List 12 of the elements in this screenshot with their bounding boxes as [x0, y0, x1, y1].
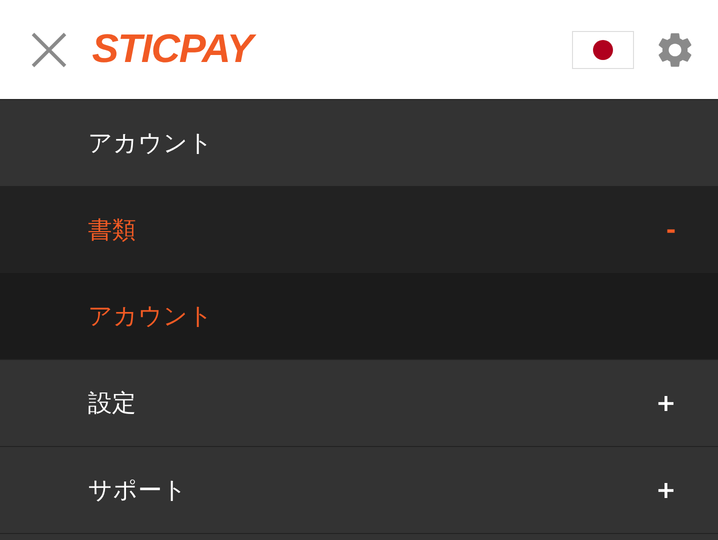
toggle-icon[interactable]: +: [656, 476, 676, 504]
toggle-icon[interactable]: -: [666, 216, 676, 244]
menu-label: アカウント: [88, 128, 214, 159]
close-icon[interactable]: [30, 30, 68, 68]
flag-icon[interactable]: [572, 30, 634, 68]
menu-label: サポート: [88, 475, 188, 506]
submenu-item[interactable]: アカウント: [0, 273, 718, 360]
toggle-icon[interactable]: +: [656, 389, 676, 417]
menu-item[interactable]: 書類 -: [0, 187, 718, 273]
submenu-label: アカウント: [88, 301, 214, 332]
menu-label: 書類: [88, 215, 137, 246]
menu-label: 設定: [88, 388, 137, 419]
